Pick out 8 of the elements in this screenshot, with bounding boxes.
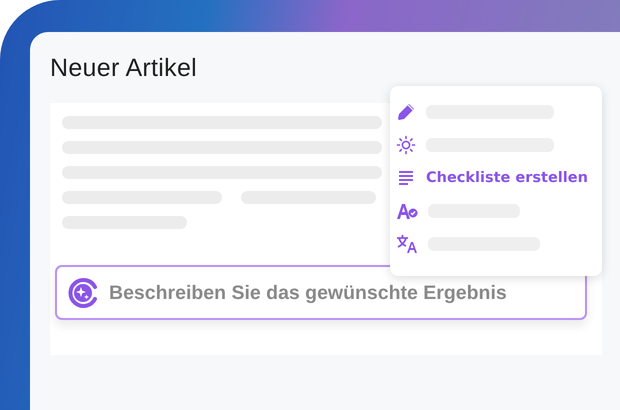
prompt-field[interactable]: Beschreiben Sie das gewünschte Ergebnis <box>55 265 587 320</box>
translate-icon <box>396 234 418 254</box>
page-title: Neuer Artikel <box>50 54 198 83</box>
menu-item[interactable]: Checkliste erstellen <box>426 170 588 186</box>
pen-icon <box>396 102 416 122</box>
list-icon <box>396 168 416 188</box>
spellcheck-icon <box>396 201 418 221</box>
sun-icon <box>396 135 416 155</box>
